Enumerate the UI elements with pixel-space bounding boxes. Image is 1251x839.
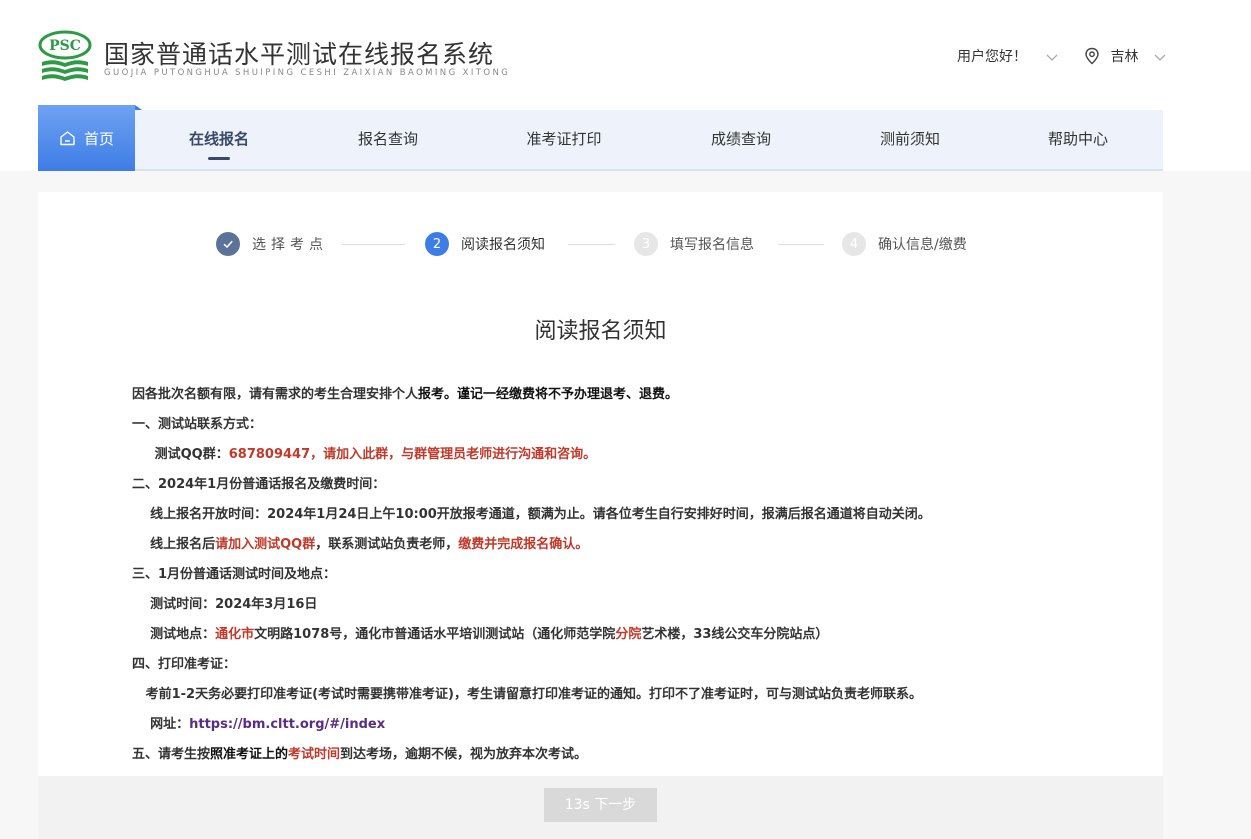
step-label: 确认信息/缴费 (878, 237, 967, 253)
step-circle: 4 (842, 232, 866, 256)
step-connector (778, 244, 824, 245)
notice-line: 测试时间：2024年3月16日 (132, 595, 317, 615)
footer-bar: 13s 下一步 (38, 776, 1163, 839)
notice-text: 测试时间：2024年3月16日 (132, 597, 318, 612)
notice-text: 报考。谨记一经缴费将不予办理退考、退费。 (418, 387, 679, 402)
notice-line: 线上报名开放时间：2024年1月24日上午10:00开放报考通道，额满为止。请各… (132, 505, 931, 525)
nav-score-query[interactable]: 成绩查询 (711, 110, 771, 169)
notice-text: 因各批次名额有限，请有需求的考生合理安排个人 (132, 387, 419, 402)
notice-line: 测试QQ群：687809447，请加入此群，与群管理员老师进行沟通和咨询。 (132, 445, 597, 465)
nav-online-registration[interactable]: 在线报名 (189, 110, 249, 169)
notice-text: 测试QQ群： (132, 447, 229, 462)
step-label: 填写报名信息 (670, 237, 754, 253)
nav-home[interactable]: 首页 (38, 105, 142, 171)
step-circle: 3 (634, 232, 658, 256)
site-logo[interactable]: PSC 国家普通话水平测试在线报名系统 GUOJIA PUTONGHUA SHU… (38, 30, 538, 86)
step-read-notice: 2 阅读报名须知 (425, 232, 545, 256)
step-connector (342, 244, 405, 245)
location-label: 吉林 (1110, 49, 1139, 65)
step-label: 选择考点 (252, 237, 328, 253)
step-confirm-pay: 4 确认信息/缴费 (842, 232, 967, 256)
notice-text: 艺术楼，33线公交车分院站点） (641, 627, 829, 642)
notice-link[interactable]: https://bm.cltt.org/#/index (189, 717, 385, 732)
notice-text: 二、2024年1月份普通话报名及缴费时间： (132, 477, 386, 492)
notice-text: 测试地点： (132, 627, 216, 642)
notice-text: 线上报名后 (132, 537, 216, 552)
notice-line: 线上报名后请加入测试QQ群，联系测试站负责老师，缴费并完成报名确认。 (132, 535, 588, 555)
nav-admission-ticket-print[interactable]: 准考证打印 (526, 110, 601, 169)
notice-text: 到达考场，逾期不候，视为放弃本次考试。 (340, 747, 588, 762)
notice-line: 测试地点：通化市文明路1078号，通化市普通话水平培训测试站（通化师范学院分院艺… (132, 625, 828, 645)
notice-text: 五、请考生按 (132, 747, 211, 762)
chevron-down-icon (1154, 54, 1166, 61)
step-circle (216, 232, 240, 256)
notice-text: ，联系测试站负责老师， (315, 537, 459, 552)
registration-steps: 选择考点 2 阅读报名须知 3 填写报名信息 4 确认信息/缴费 (38, 232, 1163, 256)
notice-line: 网址：https://bm.cltt.org/#/index (132, 715, 385, 735)
notice-text: 照准考证上的 (210, 747, 289, 762)
notice-text: 文明路1078号，通化市普通话水平培训测试站（通化师范学院 (254, 627, 616, 642)
location-pin-icon (1085, 47, 1099, 65)
user-menu[interactable]: 用户您好！ (957, 46, 1059, 66)
step-circle: 2 (425, 232, 449, 256)
next-step-button[interactable]: 13s 下一步 (544, 788, 657, 822)
notice-text: 通化市 (215, 627, 255, 642)
notice-text: 考前1-2天务必要打印准考证(考试时需要携带准考证)，考生请留意打印准考证的通知… (132, 687, 922, 702)
step-connector (568, 244, 615, 245)
main-nav: 首页 在线报名 报名查询 准考证打印 成绩查询 测前须知 帮助中心 (38, 105, 1163, 171)
nav-registration-query[interactable]: 报名查询 (358, 110, 418, 169)
notice-line: 一、测试站联系方式： (132, 415, 262, 435)
home-icon (60, 131, 75, 146)
notice-line: 因各批次名额有限，请有需求的考生合理安排个人报考。谨记一经缴费将不予办理退考、退… (132, 385, 678, 405)
svg-text:PSC: PSC (49, 38, 81, 54)
notice-text: 网址： (132, 717, 190, 732)
notice-text: 四、打印准考证： (132, 657, 237, 672)
notice-text: 线上报名开放时间：2024年1月24日上午10:00开放报考通道，额满为止。请各… (132, 507, 931, 522)
notice-text: 请加入测试QQ群 (215, 537, 316, 552)
notice-text: 687809447，请加入此群，与群管理员老师进行沟通和咨询。 (228, 447, 597, 462)
notice-text: 缴费并完成报名确认。 (458, 537, 589, 552)
notice-line: 四、打印准考证： (132, 655, 236, 675)
notice-title: 阅读报名须知 (534, 319, 667, 344)
step-fill-info: 3 填写报名信息 (634, 232, 754, 256)
notice-line: 二、2024年1月份普通话报名及缴费时间： (132, 475, 385, 495)
step-label: 阅读报名须知 (461, 237, 545, 253)
nav-pre-test-notice[interactable]: 测前须知 (880, 110, 940, 169)
checkmark-icon (223, 240, 233, 249)
step-select-test-site: 选择考点 (216, 232, 328, 256)
site-subtitle: GUOJIA PUTONGHUA SHUIPING CESHI ZAIXIAN … (104, 68, 511, 78)
chevron-down-icon (1046, 54, 1058, 61)
nav-home-label: 首页 (83, 129, 114, 148)
content-card: 选择考点 2 阅读报名须知 3 填写报名信息 4 确认信息/缴费 阅读报名须知 … (38, 192, 1163, 839)
nav-help-center[interactable]: 帮助中心 (1048, 110, 1108, 169)
notice-line: 三、1月份普通话测试时间及地点： (132, 565, 336, 585)
site-title: 国家普通话水平测试在线报名系统 (104, 40, 495, 69)
psc-logo-icon: PSC (38, 30, 92, 81)
top-header: PSC 国家普通话水平测试在线报名系统 GUOJIA PUTONGHUA SHU… (0, 0, 1251, 171)
location-selector[interactable]: 吉林 (1084, 46, 1167, 66)
user-greeting: 用户您好！ (957, 49, 1027, 65)
notice-text: 三、1月份普通话测试时间及地点： (132, 567, 337, 582)
notice-text: 考试时间 (288, 747, 341, 762)
notice-text: 一、测试站联系方式： (132, 417, 263, 432)
notice-line: 考前1-2天务必要打印准考证(考试时需要携带准考证)，考生请留意打印准考证的通知… (132, 685, 922, 705)
notice-text: 分院 (615, 627, 642, 642)
notice-line: 五、请考生按照准考证上的考试时间到达考场，逾期不候，视为放弃本次考试。 (132, 745, 587, 765)
